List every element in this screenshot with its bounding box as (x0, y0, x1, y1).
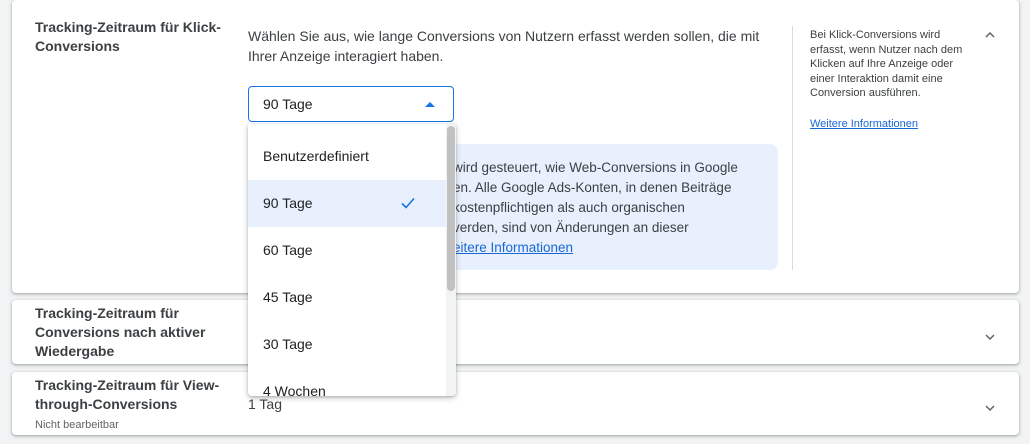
option-60-days[interactable]: 60 Tage (248, 227, 446, 274)
option-custom[interactable]: Benutzerdefiniert (248, 133, 446, 180)
option-4-weeks[interactable]: 4 Wochen (248, 368, 446, 396)
click-section-description: Wählen Sie aus, wie lange Conversions vo… (248, 28, 760, 64)
option-label: 30 Tage (263, 336, 313, 352)
chevron-up-icon[interactable] (983, 28, 997, 42)
engaged-view-card[interactable]: Tracking-Zeitraum für Conversions nach a… (12, 300, 1019, 364)
click-conversion-card: Tracking-Zeitraum für Klick-Conversions … (12, 0, 1019, 293)
engaged-section-title: Tracking-Zeitraum für Conversions nach a… (35, 305, 206, 359)
view-section-value: 1 Tag (248, 396, 282, 412)
info-text: wird gesteuert, wie Web-Conversions in G… (453, 160, 738, 235)
scrollbar-thumb[interactable] (447, 126, 455, 291)
window-select-value: 90 Tage (263, 96, 313, 112)
info-learn-more-link[interactable]: eitere Informationen (453, 240, 573, 255)
view-through-card[interactable]: Tracking-Zeitraum für View-through-Conve… (12, 372, 1019, 435)
option-label: 45 Tage (263, 289, 313, 305)
divider (792, 26, 793, 270)
view-section-subtitle: Nicht bearbeitbar (35, 419, 119, 431)
scrollbar-track[interactable] (446, 124, 456, 396)
view-section-title: Tracking-Zeitraum für View-through-Conve… (35, 376, 235, 433)
view-section-title-text: Tracking-Zeitraum für View-through-Conve… (35, 377, 220, 412)
chevron-down-icon[interactable] (983, 401, 997, 415)
caret-up-icon (425, 102, 435, 107)
option-label: 4 Wochen (263, 383, 326, 396)
option-label: 60 Tage (263, 242, 313, 258)
option-label: Benutzerdefiniert (263, 148, 369, 164)
click-section-title: Tracking-Zeitraum für Klick-Conversions (35, 19, 221, 54)
check-icon (400, 195, 416, 211)
window-dropdown-menu: Benutzerdefiniert 90 Tage 60 Tage 45 Tag… (248, 124, 456, 396)
help-learn-more-link[interactable]: Weitere Informationen (810, 117, 968, 132)
option-90-days[interactable]: 90 Tage (248, 180, 446, 227)
help-text: Bei Klick-Conversions wird erfasst, wenn… (810, 29, 963, 99)
info-box-text: wird gesteuert, wie Web-Conversions in G… (453, 158, 763, 258)
chevron-down-icon[interactable] (983, 330, 997, 344)
option-45-days[interactable]: 45 Tage (248, 274, 446, 321)
option-label: 90 Tage (263, 195, 313, 211)
help-panel: Bei Klick-Conversions wird erfasst, wenn… (810, 28, 968, 131)
option-30-days[interactable]: 30 Tage (248, 321, 446, 368)
window-select[interactable]: 90 Tage (248, 86, 454, 122)
